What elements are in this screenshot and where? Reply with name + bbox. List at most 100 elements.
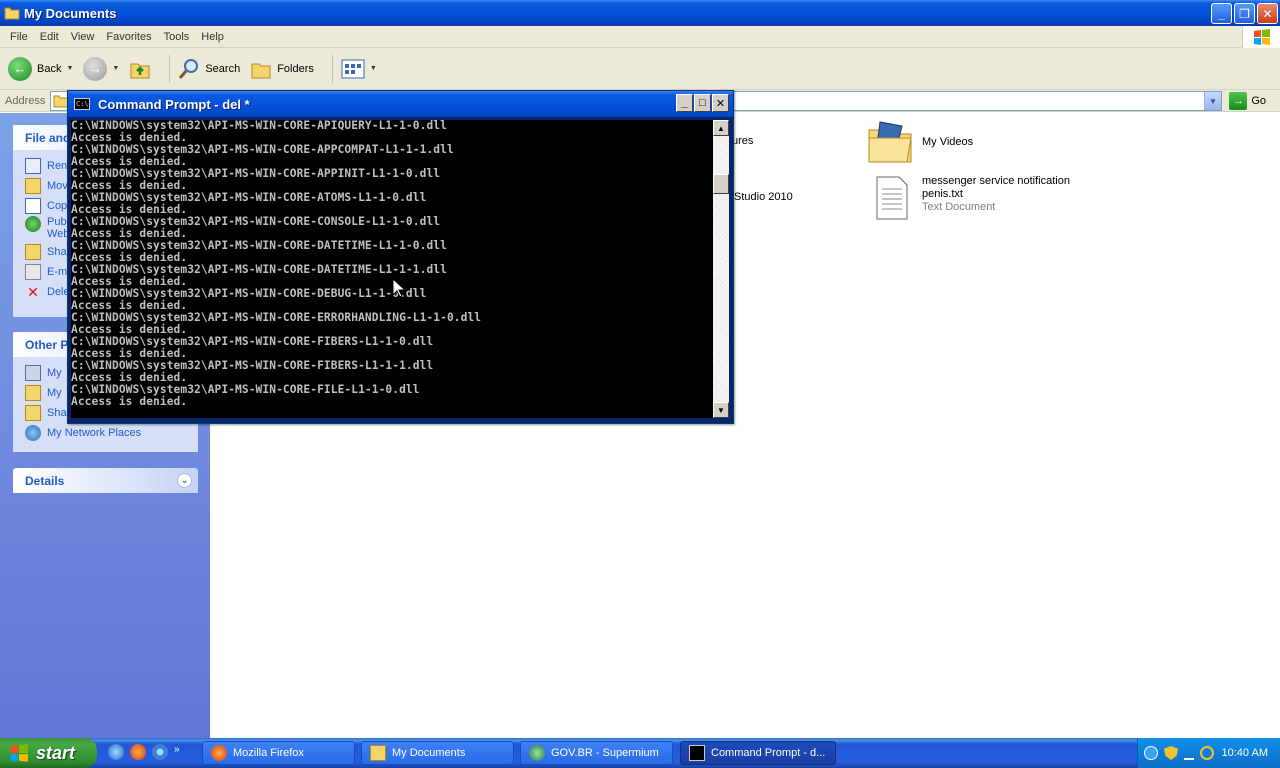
menu-edit[interactable]: Edit [34, 31, 65, 43]
task-label: E-m [47, 266, 68, 278]
delete-icon: ✕ [27, 284, 39, 300]
computer-icon [25, 365, 41, 381]
restore-button[interactable]: ❐ [1234, 3, 1255, 24]
file-tasks-title: File and [25, 130, 71, 145]
search-button[interactable]: Search [178, 58, 240, 80]
forward-arrow-icon: → [83, 56, 108, 81]
views-icon [341, 59, 365, 78]
folders-button[interactable]: Folders [250, 58, 314, 80]
other-places-title: Other P [25, 337, 69, 352]
minimize-button[interactable]: _ [1211, 3, 1232, 24]
console-output[interactable]: C:\WINDOWS\system32\API-MS-WIN-CORE-APIQ… [71, 120, 713, 418]
chevron-left-icon[interactable] [1144, 746, 1158, 760]
folder-icon [25, 405, 41, 421]
address-label: Address [5, 94, 46, 107]
folders-label: Folders [277, 62, 314, 75]
scroll-down-button[interactable]: ▼ [713, 402, 729, 418]
back-button[interactable]: ← Back ▼ [8, 56, 73, 81]
taskbar: start » Mozilla Firefox My Documents GOV… [0, 738, 1280, 768]
taskbar-item-firefox[interactable]: Mozilla Firefox [202, 741, 355, 765]
internet-explorer-icon[interactable] [108, 744, 124, 760]
chevron-double-right-icon[interactable]: » [174, 744, 180, 760]
file-type: Text Document [922, 201, 996, 213]
views-button[interactable]: ▼ [341, 59, 377, 79]
chevron-down-icon[interactable]: ⌄ [177, 473, 192, 488]
firefox-icon [211, 745, 227, 761]
chevron-down-icon[interactable]: ▼ [66, 65, 73, 72]
chevron-down-icon[interactable]: ▼ [370, 65, 377, 72]
rename-icon [25, 158, 41, 174]
share-icon [25, 244, 41, 260]
console-icon [689, 745, 705, 761]
network-icon [25, 425, 41, 441]
details-header[interactable]: Details ⌄ [13, 468, 198, 493]
address-dropdown-button[interactable]: ▼ [1204, 92, 1221, 110]
go-label: Go [1251, 95, 1266, 107]
task-label: Cop [47, 200, 68, 212]
windows-flag-icon [10, 744, 28, 762]
details-panel: Details ⌄ [13, 468, 198, 493]
cmd-minimize-button[interactable]: _ [676, 94, 693, 112]
taskbar-item-label: Mozilla Firefox [233, 747, 304, 759]
folder-icon [370, 745, 386, 761]
file-item-pictures[interactable]: ures [732, 135, 753, 147]
menu-favorites[interactable]: Favorites [100, 31, 157, 43]
menu-file[interactable]: File [4, 31, 34, 43]
menu-tools[interactable]: Tools [158, 31, 196, 43]
chromium-icon[interactable] [152, 744, 168, 760]
close-button[interactable]: ✕ [1257, 3, 1278, 24]
file-name: messenger service notification [922, 175, 1070, 187]
task-label: Sha [47, 246, 67, 258]
globe-icon [25, 216, 41, 232]
start-button[interactable]: start [0, 738, 97, 768]
taskbar-item-label: Command Prompt - d... [711, 747, 826, 759]
up-button[interactable] [129, 58, 151, 80]
mouse-cursor-icon [393, 279, 405, 298]
taskbar-item-my-documents[interactable]: My Documents [361, 741, 514, 765]
text-document-icon [876, 176, 908, 220]
cmd-close-button[interactable]: ✕ [712, 94, 729, 112]
cmd-title: Command Prompt - del * [98, 96, 250, 112]
standard-toolbar: ← Back ▼ → ▼ Search Folders ▼ [0, 48, 1280, 90]
cmd-titlebar[interactable]: C:\ Command Prompt - del * _ □ ✕ [68, 91, 733, 117]
videos-folder-icon [868, 121, 912, 163]
cmd-maximize-button[interactable]: □ [694, 94, 711, 112]
forward-button[interactable]: → ▼ [83, 56, 119, 81]
file-name: Studio 2010 [734, 191, 793, 203]
file-text: messenger service notification penis.txt… [922, 175, 1070, 214]
taskbar-item-supermium[interactable]: GOV.BR - Supermium [520, 741, 673, 765]
cmd-window-controls: _ □ ✕ [676, 94, 729, 112]
toolbar-separator [169, 54, 171, 83]
menu-view[interactable]: View [65, 31, 101, 43]
menu-help[interactable]: Help [195, 31, 230, 43]
console-scrollbar[interactable]: ▲ ▼ [713, 120, 729, 418]
file-item-my-videos[interactable]: My Videos [866, 118, 973, 166]
taskbar-item-command-prompt[interactable]: Command Prompt - d... [680, 741, 836, 765]
place-my-network-places[interactable]: My Network Places [25, 423, 198, 443]
go-button[interactable]: → Go [1229, 92, 1266, 110]
back-arrow-icon: ← [8, 56, 32, 81]
chevron-down-icon[interactable]: ▼ [112, 65, 119, 72]
documents-icon [25, 385, 41, 401]
file-item-messenger-txt[interactable]: messenger service notification penis.txt… [874, 175, 1070, 221]
quick-launch: » [108, 744, 180, 760]
windows-logo-icon [1242, 26, 1280, 48]
firefox-icon[interactable] [130, 744, 146, 760]
explorer-titlebar[interactable]: My Documents _ ❐ ✕ [0, 0, 1280, 26]
search-label: Search [205, 62, 241, 75]
clock: 10:40 AM [1221, 747, 1268, 759]
scroll-thumb[interactable] [713, 174, 729, 194]
scroll-up-button[interactable]: ▲ [713, 120, 729, 136]
go-arrow-icon: → [1229, 92, 1248, 110]
file-item-studio[interactable]: Studio 2010 [734, 191, 793, 203]
console-line: Access is denied. [71, 395, 188, 408]
move-icon [25, 178, 41, 194]
file-name: My Videos [922, 136, 974, 148]
file-name: penis.txt [922, 188, 963, 200]
search-icon[interactable] [1200, 746, 1214, 760]
explorer-title: My Documents [24, 5, 117, 21]
task-label: Ren [47, 160, 68, 172]
network-icon[interactable] [1184, 746, 1194, 760]
shield-icon[interactable] [1164, 746, 1178, 760]
email-icon [25, 264, 41, 280]
